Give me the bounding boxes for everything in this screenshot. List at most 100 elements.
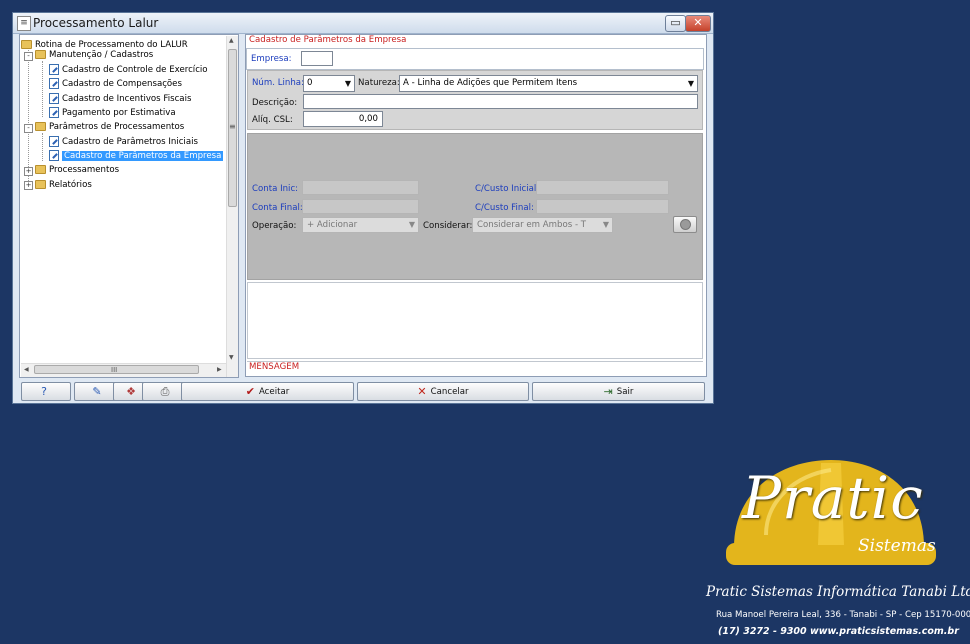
grip-icon: ≡ [229,122,236,131]
tree-item-label: Cadastro de Parâmetros Iniciais [62,137,198,147]
tree-item-label: Processamentos [49,165,120,175]
line-params-group: Núm. Linha: 0 ▼ Natureza: A - Linha de A… [247,70,703,130]
collapse-icon[interactable]: - [24,52,33,61]
checkmark-icon: ✔ [245,385,255,398]
tree-item-parametros-iniciais[interactable]: Cadastro de Parâmetros Iniciais [49,135,198,149]
considerar-label: Considerar: [423,221,473,231]
account-range-group: Conta Inic: C/Custo Inicial: Conta Final… [247,133,703,280]
ccusto-inicial-label: C/Custo Inicial: [475,184,540,194]
edit-document-icon [49,93,59,104]
descricao-input[interactable] [303,94,698,109]
close-button[interactable]: ✕ [685,15,711,32]
tree-line [28,47,29,183]
natureza-value: A - Linha de Adições que Permitem Itens [403,78,578,88]
company-name: Pratic Sistemas Informática Tanabi Ltda [706,584,970,600]
num-linha-select[interactable]: 0 ▼ [303,75,355,92]
edit-icon: ✎ [92,385,102,398]
tree-line [42,133,43,161]
operacao-value: + Adicionar [307,220,358,230]
navigation-tree: Rotina de Processamento do LALUR - Manut… [19,34,239,378]
num-linha-label: Núm. Linha: [252,78,304,88]
circle-icon [680,219,691,230]
considerar-value: Considerar em Ambos - T [477,220,587,230]
expand-icon[interactable]: + [24,181,33,190]
operacao-select[interactable]: + Adicionar ▼ [302,217,419,233]
empresa-row: Empresa: [246,48,704,70]
restore-button[interactable]: ▭ [665,15,686,32]
tree-item-pagamento-estimativa[interactable]: Pagamento por Estimativa [49,106,176,120]
conta-inic-input[interactable] [302,180,419,195]
natureza-select[interactable]: A - Linha de Adições que Permitem Itens … [399,75,698,92]
tree-item-label: Cadastro de Incentivos Fiscais [62,94,192,104]
tree-item-label: Cadastro de Compensações [62,79,182,89]
scroll-right-icon[interactable]: ▶ [217,366,222,373]
tree-item-label: Relatórios [49,180,92,190]
tree-item-label: Parâmetros de Processamentos [49,122,185,132]
accept-button[interactable]: ✔ Aceitar [181,382,354,401]
tree-line [42,61,43,117]
folder-icon [35,180,46,189]
application-window: ≡ Processamento Lalur ▭ ✕ Rotina de Proc… [12,12,714,404]
scroll-up-icon[interactable]: ▲ [229,37,234,44]
tree-item-parametros-empresa[interactable]: Cadastro de Parâmetros da Empresa [49,149,224,163]
tree-item-relatorios[interactable]: Relatórios [35,178,92,192]
section-title: Cadastro de Parâmetros da Empresa [249,35,407,45]
ccusto-final-input[interactable] [536,199,669,214]
message-text: MENSAGEM [249,362,300,372]
edit-document-icon [49,78,59,89]
scroll-left-icon[interactable]: ◀ [24,366,29,373]
help-icon: ? [41,385,47,398]
add-line-button[interactable] [673,216,697,233]
edit-document-icon [49,64,59,75]
edit-document-icon [49,107,59,118]
descricao-label: Descrição: [252,98,298,108]
expand-icon[interactable]: + [24,167,33,176]
message-bar [247,361,703,376]
aliq-csl-input[interactable]: 0,00 [303,111,383,127]
chevron-down-icon: ▼ [344,79,351,88]
company-contact: (17) 3272 - 9300 www.praticsistemas.com.… [718,626,959,637]
empresa-input[interactable] [301,51,333,66]
items-list[interactable] [247,282,703,359]
tree-item-compensacoes[interactable]: Cadastro de Compensações [49,77,182,91]
title-bar[interactable]: ≡ Processamento Lalur ▭ ✕ [13,13,713,34]
folder-icon [35,165,46,174]
exit-button[interactable]: ⇥ Sair [532,382,705,401]
conta-inic-label: Conta Inic: [252,184,299,194]
tree-item-controle-exercicio[interactable]: Cadastro de Controle de Exercício [49,63,208,77]
chevron-down-icon: ▼ [408,220,415,229]
window-title: Processamento Lalur [33,16,159,30]
collapse-icon[interactable]: - [24,124,33,133]
tree-item-manutencao[interactable]: Manutenção / Cadastros [35,48,153,62]
report-icon: ❖ [126,385,136,398]
folder-icon [35,50,46,59]
form-panel: Cadastro de Parâmetros da Empresa Empres… [245,34,707,377]
cancel-label: Cancelar [430,387,469,397]
tree-item-parametros-processamentos[interactable]: Parâmetros de Processamentos [35,120,184,134]
scroll-down-icon[interactable]: ▼ [229,354,234,361]
conta-final-input[interactable] [302,199,419,214]
edit-document-icon [49,136,59,147]
aliq-csl-label: Alíq. CSL: [252,115,293,125]
tree-item-label: Pagamento por Estimativa [62,108,176,118]
operacao-label: Operação: [252,221,297,231]
cancel-button[interactable]: ✕ Cancelar [357,382,529,401]
folder-icon [35,122,46,131]
folder-icon [21,40,32,49]
print-icon: ⎙ [160,385,170,398]
help-button[interactable]: ? [21,382,71,401]
edit-document-icon [49,150,59,161]
ccusto-final-label: C/Custo Final: [475,203,534,213]
chevron-down-icon: ▼ [687,79,694,88]
accept-label: Aceitar [258,387,290,397]
logo-wordmark: Pratic [742,464,924,532]
conta-final-label: Conta Final: [252,203,303,213]
considerar-select[interactable]: Considerar em Ambos - T ▼ [472,217,613,233]
natureza-label: Natureza: [358,78,400,88]
tree-item-incentivos-fiscais[interactable]: Cadastro de Incentivos Fiscais [49,92,191,106]
ccusto-inicial-input[interactable] [536,180,669,195]
tree-item-label: Manutenção / Cadastros [49,50,154,60]
grip-icon: III [111,366,118,374]
tree-item-processamentos[interactable]: Processamentos [35,163,119,177]
tree-item-label-selected: Cadastro de Parâmetros da Empresa [62,151,224,161]
